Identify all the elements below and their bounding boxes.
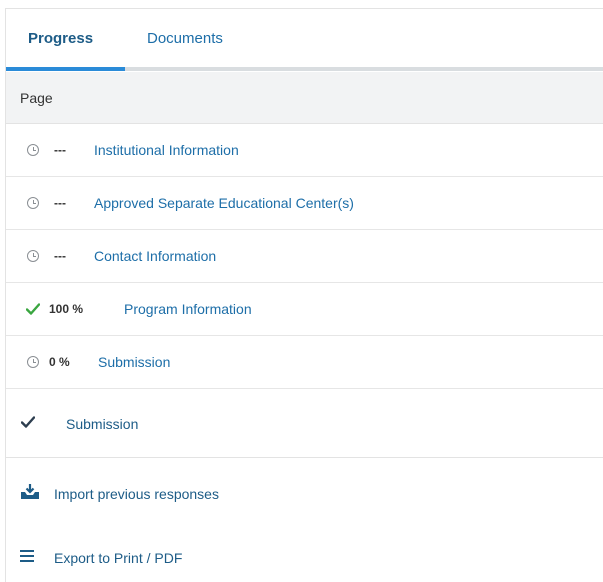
progress-percent: --- [54, 196, 66, 210]
progress-panel: Progress Documents Page --- Institutiona… [5, 8, 603, 582]
clock-icon [26, 355, 40, 369]
clock-icon [26, 196, 40, 210]
progress-percent: --- [54, 143, 66, 157]
clock-icon [26, 143, 40, 157]
submission-row: Submission [6, 392, 603, 458]
import-label: Import previous responses [54, 486, 219, 502]
list-item: --- Institutional Information [6, 124, 603, 177]
export-print-pdf-button[interactable]: Export to Print / PDF [6, 547, 603, 569]
export-label: Export to Print / PDF [54, 550, 183, 566]
progress-percent: --- [54, 249, 66, 263]
list-item: --- Approved Separate Educational Center… [6, 177, 603, 230]
tab-bar: Progress Documents [6, 9, 603, 72]
page-link-submission[interactable]: Submission [98, 354, 170, 370]
import-previous-responses-button[interactable]: Import previous responses [6, 483, 603, 507]
table-header-page: Page [6, 72, 603, 124]
page-link-institutional-information[interactable]: Institutional Information [94, 142, 239, 158]
page-link-contact-information[interactable]: Contact Information [94, 248, 216, 264]
import-icon [20, 483, 40, 504]
checkmark-icon [20, 415, 36, 431]
list-item: --- Contact Information [6, 230, 603, 283]
page-link-approved-separate-educational-centers[interactable]: Approved Separate Educational Center(s) [94, 195, 354, 211]
list-item: 0 % Submission [6, 336, 603, 389]
submission-link[interactable]: Submission [66, 416, 138, 432]
tab-documents[interactable]: Documents [147, 30, 223, 47]
list-item: 100 % Program Information [6, 283, 603, 336]
page-link-program-information[interactable]: Program Information [124, 301, 252, 317]
tab-progress[interactable]: Progress [28, 30, 93, 47]
progress-percent: 100 % [49, 302, 84, 316]
clock-icon [26, 249, 40, 263]
progress-percent: 0 % [49, 355, 70, 369]
list-icon [20, 549, 34, 565]
active-tab-indicator [6, 67, 125, 71]
checkmark-icon [26, 302, 40, 316]
